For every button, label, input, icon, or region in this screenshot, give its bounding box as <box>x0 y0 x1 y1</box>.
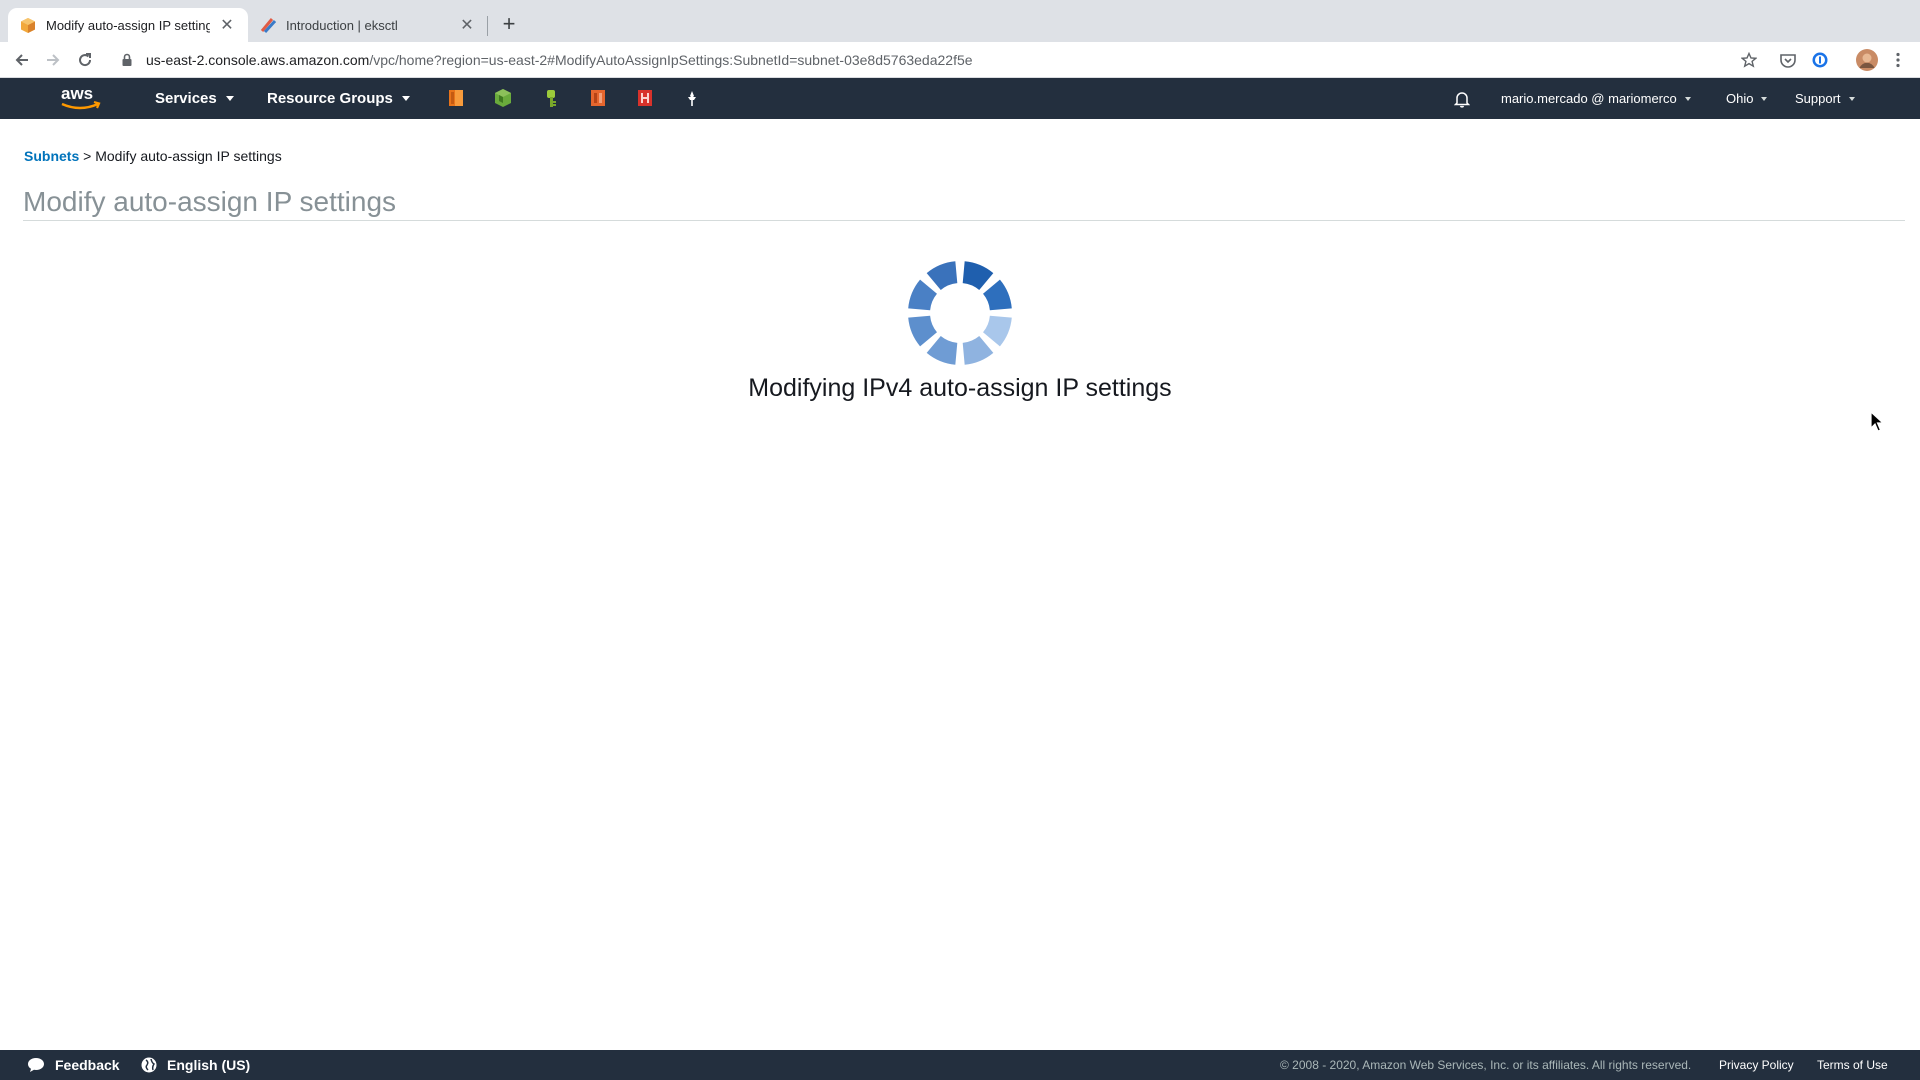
loading-spinner-icon <box>905 258 1015 368</box>
browser-menu-icon[interactable] <box>1888 50 1908 70</box>
close-tab-icon[interactable]: ✕ <box>458 16 476 34</box>
language-label: English (US) <box>167 1057 251 1073</box>
spinner-segment <box>926 336 958 365</box>
mouse-cursor-icon <box>1870 410 1885 433</box>
browser-tab-eksctl[interactable]: Introduction | eksctl ✕ <box>248 8 488 42</box>
spinner-segment <box>926 261 958 290</box>
chevron-down-icon <box>225 96 234 101</box>
forward-button[interactable] <box>41 48 65 72</box>
chevron-down-icon <box>1684 96 1691 101</box>
close-tab-icon[interactable]: ✕ <box>218 16 236 34</box>
support-menu[interactable]: Support <box>1795 78 1855 119</box>
lock-icon <box>122 53 132 66</box>
breadcrumb-current: Modify auto-assign IP settings <box>95 148 282 164</box>
reload-icon <box>79 53 92 67</box>
spinner-segment <box>983 315 1012 347</box>
eksctl-icon <box>260 17 276 33</box>
breadcrumb: Subnets > Modify auto-assign IP settings <box>24 148 282 164</box>
cloudformation-pin-icon[interactable] <box>588 88 608 108</box>
pocket-extension-icon[interactable] <box>1778 50 1798 70</box>
address-bar[interactable]: us-east-2.console.aws.amazon.com/vpc/hom… <box>110 46 1770 74</box>
browser-tab-strip: Modify auto-assign IP settings | ✕ Intro… <box>0 0 1920 42</box>
account-menu[interactable]: mario.mercado @ mariomerco <box>1501 78 1691 119</box>
aws-logo[interactable]: aws <box>58 83 104 113</box>
password-manager-extension-icon[interactable] <box>1810 50 1830 70</box>
aws-top-nav: aws Services Resource Groups mario.merca… <box>0 78 1920 119</box>
feedback-button[interactable]: Feedback <box>27 1050 120 1080</box>
copyright-text: © 2008 - 2020, Amazon Web Services, Inc.… <box>1280 1058 1692 1072</box>
chat-bubble-icon <box>28 1058 44 1072</box>
services-label: Services <box>155 90 217 107</box>
support-label: Support <box>1795 91 1841 106</box>
resource-groups-menu[interactable]: Resource Groups <box>267 78 410 119</box>
new-tab-button[interactable]: + <box>498 11 520 36</box>
ec2-pin-icon[interactable] <box>446 88 466 108</box>
breadcrumb-separator: > <box>83 148 92 164</box>
spinner-segment <box>908 315 937 347</box>
spinner-segment <box>983 279 1012 311</box>
eks-pin-icon[interactable] <box>493 88 513 108</box>
spinner-segment <box>962 261 994 290</box>
globe-icon <box>141 1057 157 1073</box>
url-text: us-east-2.console.aws.amazon.com/vpc/hom… <box>146 52 973 68</box>
iam-pin-icon[interactable] <box>541 88 561 108</box>
svg-text:aws: aws <box>61 84 93 103</box>
title-divider <box>23 220 1905 221</box>
account-label: mario.mercado @ mariomerco <box>1501 91 1677 106</box>
forward-arrow-icon <box>47 54 60 66</box>
bookmark-star-icon[interactable] <box>1739 50 1759 70</box>
loading-status-text: Modifying IPv4 auto-assign IP settings <box>748 374 1172 402</box>
profile-avatar[interactable] <box>1855 48 1879 72</box>
spinner-segment <box>908 279 937 311</box>
pin-5-icon[interactable] <box>635 88 655 108</box>
services-menu[interactable]: Services <box>155 78 234 119</box>
region-menu[interactable]: Ohio <box>1726 78 1768 119</box>
chevron-down-icon <box>1761 96 1768 101</box>
console-footer: Feedback English (US) © 2008 - 2020, Ama… <box>0 1050 1920 1080</box>
terms-of-use-link[interactable]: Terms of Use <box>1817 1050 1888 1080</box>
breadcrumb-subnets-link[interactable]: Subnets <box>24 148 79 164</box>
resource-groups-label: Resource Groups <box>267 90 393 107</box>
browser-tab-active[interactable]: Modify auto-assign IP settings | ✕ <box>8 8 248 42</box>
aws-cube-icon <box>20 17 36 33</box>
pin-6-icon[interactable] <box>682 88 702 108</box>
url-path: /vpc/home?region=us-east-2#ModifyAutoAss… <box>369 52 973 68</box>
tab-title: Introduction | eksctl <box>286 17 398 33</box>
reload-button[interactable] <box>73 48 97 72</box>
tab-separator <box>487 16 488 36</box>
back-button[interactable] <box>10 48 34 72</box>
back-arrow-icon <box>15 54 28 66</box>
feedback-label: Feedback <box>55 1057 120 1073</box>
spinner-segment <box>962 336 994 365</box>
language-selector[interactable]: English (US) <box>141 1050 250 1080</box>
page-title: Modify auto-assign IP settings <box>23 186 397 217</box>
bell-icon <box>1454 91 1470 108</box>
chevron-down-icon <box>401 96 410 101</box>
privacy-policy-link[interactable]: Privacy Policy <box>1719 1050 1794 1080</box>
chevron-down-icon <box>1848 96 1855 101</box>
region-label: Ohio <box>1726 91 1754 106</box>
tab-title: Modify auto-assign IP settings | <box>46 17 210 33</box>
url-host: us-east-2.console.aws.amazon.com <box>146 52 370 68</box>
notifications-bell[interactable] <box>1454 78 1470 119</box>
browser-toolbar: us-east-2.console.aws.amazon.com/vpc/hom… <box>0 42 1920 78</box>
